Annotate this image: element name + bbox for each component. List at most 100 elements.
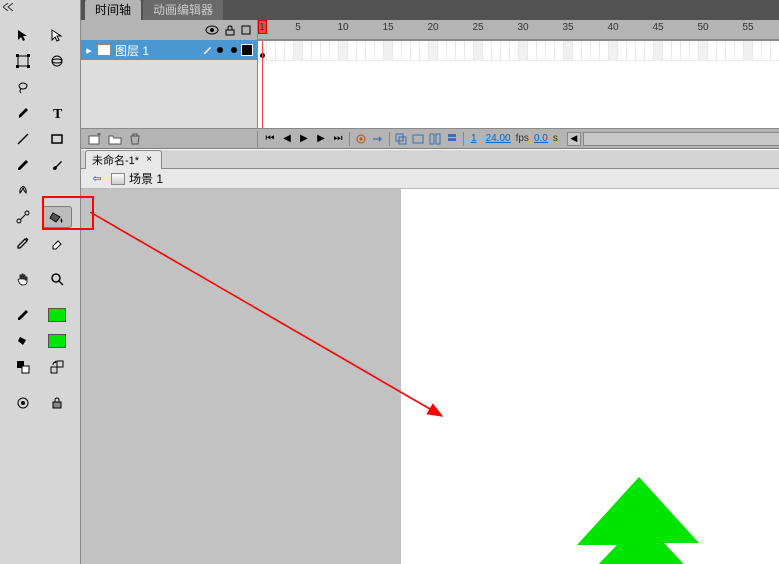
default-colors-button[interactable] — [8, 356, 38, 378]
pen-tool[interactable] — [8, 102, 38, 124]
bone-tool[interactable] — [8, 206, 38, 228]
last-frame-button[interactable]: ⏭ — [330, 131, 346, 147]
text-tool[interactable]: T — [42, 102, 72, 124]
frame-cell[interactable] — [771, 41, 779, 61]
layer-name[interactable]: 图层 1 — [115, 42, 199, 59]
delete-layer-button[interactable] — [127, 131, 143, 147]
close-document-button[interactable]: × — [143, 154, 155, 166]
hand-tool[interactable] — [8, 268, 38, 290]
paint-bucket-tool[interactable] — [42, 206, 72, 228]
frame-cell[interactable] — [735, 41, 744, 61]
layer-outline-color[interactable] — [241, 44, 253, 56]
frame-cell[interactable] — [321, 41, 330, 61]
layer-visible-dot[interactable] — [217, 47, 223, 53]
frame-cell[interactable] — [393, 41, 402, 61]
frame-cell[interactable] — [645, 41, 654, 61]
deco-tool[interactable] — [8, 180, 38, 202]
fps-value[interactable]: 24.00 — [482, 133, 515, 144]
current-frame-value[interactable]: 1 — [467, 133, 481, 144]
frame-cell[interactable] — [627, 41, 636, 61]
document-tab[interactable]: 未命名-1* × — [85, 150, 162, 169]
frame-grid[interactable] — [258, 40, 779, 128]
onion-skin-outlines-button[interactable] — [410, 131, 426, 147]
3d-rotation-tool[interactable] — [42, 50, 72, 72]
frame-cell[interactable] — [753, 41, 762, 61]
frame-cell[interactable] — [330, 41, 339, 61]
frame-cell[interactable] — [726, 41, 735, 61]
frame-ruler[interactable]: 15101520253035404550556065 — [258, 20, 779, 40]
zoom-tool[interactable] — [42, 268, 72, 290]
frame-cell[interactable] — [519, 41, 528, 61]
frame-cell[interactable] — [762, 41, 771, 61]
frame-cell[interactable] — [438, 41, 447, 61]
frame-cell[interactable] — [456, 41, 465, 61]
frame-cell[interactable] — [681, 41, 690, 61]
center-frame-button[interactable] — [353, 131, 369, 147]
new-folder-button[interactable] — [107, 131, 123, 147]
free-transform-tool[interactable] — [8, 50, 38, 72]
frame-cell[interactable] — [663, 41, 672, 61]
frame-cell[interactable] — [285, 41, 294, 61]
play-button[interactable]: ▶ — [296, 131, 312, 147]
frame-cell[interactable] — [555, 41, 564, 61]
eyedropper-tool[interactable] — [8, 232, 38, 254]
frame-cell[interactable] — [474, 41, 483, 61]
frame-cell[interactable] — [420, 41, 429, 61]
frame-cell[interactable] — [708, 41, 717, 61]
frame-cell[interactable] — [429, 41, 438, 61]
frame-cell[interactable] — [672, 41, 681, 61]
frame-cell[interactable] — [312, 41, 321, 61]
frame-cell[interactable] — [267, 41, 276, 61]
frame-cell[interactable] — [303, 41, 312, 61]
fill-color-swatch[interactable] — [42, 330, 72, 352]
pencil-tool[interactable] — [8, 154, 38, 176]
edit-multiple-button[interactable] — [427, 131, 443, 147]
tree-shape[interactable] — [499, 477, 779, 564]
frame-cell[interactable] — [537, 41, 546, 61]
first-frame-button[interactable]: ⏮ — [262, 131, 278, 147]
frame-cell[interactable] — [510, 41, 519, 61]
back-button[interactable]: ⇦ — [89, 172, 105, 186]
frame-cell[interactable] — [384, 41, 393, 61]
frame-cell[interactable] — [717, 41, 726, 61]
subselection-tool[interactable] — [42, 24, 72, 46]
frame-cell[interactable] — [564, 41, 573, 61]
elapsed-time-value[interactable]: 0.0 — [530, 133, 552, 144]
frame-cell[interactable] — [492, 41, 501, 61]
modify-markers-button[interactable] — [444, 131, 460, 147]
scene-breadcrumb[interactable]: 场景 1 — [111, 170, 163, 187]
stroke-color-swatch[interactable] — [42, 304, 72, 326]
frame-cell[interactable] — [699, 41, 708, 61]
frame-cell[interactable] — [465, 41, 474, 61]
new-layer-button[interactable] — [87, 131, 103, 147]
frame-cell[interactable] — [501, 41, 510, 61]
frame-cell[interactable] — [402, 41, 411, 61]
canvas-area[interactable] — [81, 189, 779, 564]
lasso-tool[interactable] — [8, 76, 38, 98]
loop-button[interactable] — [370, 131, 386, 147]
collapse-panel-icon[interactable] — [2, 2, 14, 12]
outline-column-icon[interactable] — [241, 25, 251, 35]
frame-cell[interactable] — [600, 41, 609, 61]
onion-skin-button[interactable] — [393, 131, 409, 147]
frame-cell[interactable] — [690, 41, 699, 61]
frame-cell[interactable] — [366, 41, 375, 61]
lock-column-icon[interactable] — [225, 25, 235, 36]
scroll-left-button[interactable]: ◀ — [567, 132, 581, 146]
frame-cell[interactable] — [582, 41, 591, 61]
line-tool[interactable] — [8, 128, 38, 150]
options-lock-fill[interactable] — [42, 392, 72, 414]
frame-cell[interactable] — [339, 41, 348, 61]
eraser-tool[interactable] — [42, 232, 72, 254]
frame-cell[interactable] — [636, 41, 645, 61]
tab-timeline[interactable]: 时间轴 — [85, 0, 141, 20]
layer-lock-dot[interactable] — [231, 47, 237, 53]
frame-cell[interactable] — [654, 41, 663, 61]
layer-row[interactable]: ▸ 图层 1 — [81, 40, 257, 60]
frame-cell[interactable] — [411, 41, 420, 61]
frame-cell[interactable] — [528, 41, 537, 61]
selection-tool[interactable] — [8, 24, 38, 46]
rectangle-tool[interactable] — [42, 128, 72, 150]
frame-cell[interactable] — [618, 41, 627, 61]
frame-cell[interactable] — [744, 41, 753, 61]
